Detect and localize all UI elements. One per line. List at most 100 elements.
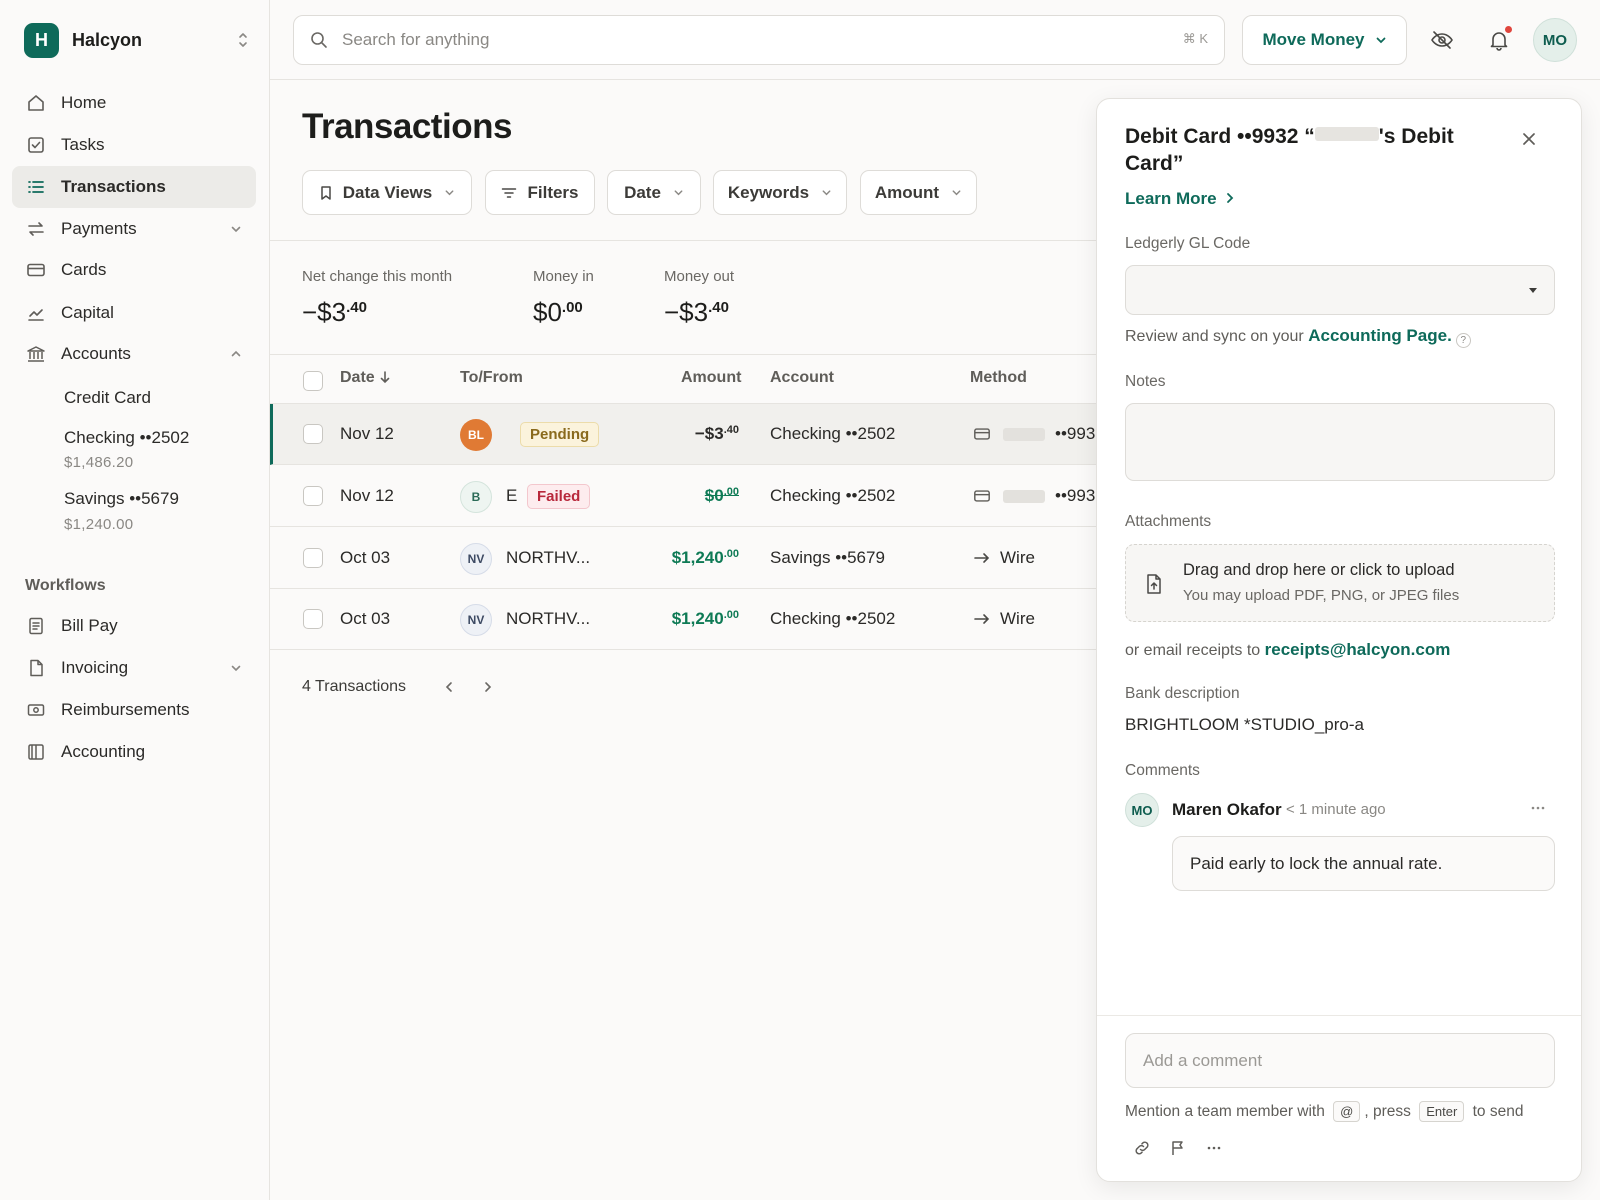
upload-dropzone[interactable]: Drag and drop here or click to upload Yo…: [1125, 544, 1555, 622]
row-amount: −$3.40: [694, 424, 739, 443]
email-receipts-text: or email receipts to receipts@halcyon.co…: [1125, 640, 1451, 659]
row-checkbox[interactable]: [303, 548, 323, 568]
hide-balances-icon[interactable]: [1428, 26, 1456, 54]
bank-description-value: BRIGHTLOOM *STUDIO_pro-a: [1125, 715, 1364, 734]
accounting-page-link[interactable]: Accounting Page.: [1308, 326, 1452, 345]
nav-reimbursements[interactable]: Reimbursements: [12, 689, 256, 731]
nav-label: Transactions: [61, 177, 166, 196]
receipts-email-link[interactable]: receipts@halcyon.com: [1265, 640, 1451, 659]
table-row[interactable]: Oct 03 NV NORTHV... $1,240.00 Checking •…: [270, 589, 1100, 650]
column-date[interactable]: Date: [340, 369, 391, 387]
keywords-filter-button[interactable]: Keywords: [713, 170, 847, 215]
account-checking[interactable]: Checking ••2502: [64, 428, 189, 448]
cash-icon: [26, 700, 46, 720]
nav-payments[interactable]: Payments: [12, 208, 256, 250]
search-icon: [310, 31, 328, 49]
org-switcher[interactable]: H Halcyon: [24, 22, 250, 58]
transaction-count: 4 Transactions: [302, 678, 407, 695]
notes-label: Notes: [1125, 373, 1166, 390]
amount-filter-button[interactable]: Amount: [860, 170, 977, 215]
nav-label: Invoicing: [61, 658, 129, 677]
redacted-card-name: [1003, 428, 1045, 441]
column-to-from[interactable]: To/From: [460, 369, 523, 387]
counterparty-avatar: NV: [460, 543, 492, 575]
link-icon[interactable]: [1133, 1139, 1153, 1159]
date-filter-button[interactable]: Date: [607, 170, 701, 215]
search-bar[interactable]: ⌘ K: [293, 15, 1225, 65]
nav-capital[interactable]: Capital: [12, 292, 256, 334]
row-amount: $0.00: [704, 486, 739, 505]
column-account[interactable]: Account: [770, 369, 834, 387]
table-row[interactable]: Nov 12 BL Pending −$3.40 Checking ••2502…: [270, 404, 1100, 465]
caret-down-icon: [1528, 287, 1538, 294]
comment-time: < 1 minute ago: [1286, 801, 1386, 818]
notification-dot: [1505, 26, 1512, 33]
comment-body: Paid early to lock the annual rate.: [1172, 836, 1555, 891]
nav-label: Payments: [61, 219, 137, 238]
status-badge: Pending: [520, 422, 600, 447]
nav-accounting[interactable]: Accounting: [12, 731, 256, 773]
search-shortcut: ⌘ K: [1182, 31, 1208, 46]
nav-cards[interactable]: Cards: [12, 249, 256, 291]
nav-home[interactable]: Home: [12, 82, 256, 124]
nav-tasks[interactable]: Tasks: [12, 124, 256, 166]
stat-net-label: Net change this month: [302, 268, 453, 285]
chevron-down-icon: [230, 223, 242, 235]
divider: [1097, 1015, 1581, 1016]
redacted-card-name: [1003, 490, 1045, 503]
account-credit-card[interactable]: Credit Card: [64, 388, 151, 408]
row-checkbox[interactable]: [303, 486, 323, 506]
column-amount[interactable]: Amount: [681, 369, 741, 387]
row-account: Checking ••2502: [770, 424, 896, 443]
select-all-checkbox[interactable]: [303, 371, 323, 391]
chevron-left-icon[interactable]: [442, 680, 456, 694]
bank-icon: [26, 344, 46, 364]
row-date: Oct 03: [340, 609, 391, 628]
table-row[interactable]: Nov 12 B E Failed $0.00 Checking ••2502 …: [270, 466, 1100, 527]
notes-field[interactable]: [1125, 403, 1555, 481]
nav-accounts[interactable]: Accounts: [12, 333, 256, 375]
more-icon[interactable]: [1205, 1139, 1225, 1159]
row-checkbox[interactable]: [303, 424, 323, 444]
home-icon: [26, 93, 46, 113]
filter-label: Data Views: [342, 182, 433, 202]
move-money-button[interactable]: Move Money: [1242, 15, 1407, 65]
nav-label: Reimbursements: [61, 700, 190, 719]
list-icon: [26, 177, 46, 197]
filter-label: Keywords: [727, 182, 810, 202]
nav-label: Tasks: [61, 135, 105, 154]
table-row[interactable]: Oct 03 NV NORTHV... $1,240.00 Savings ••…: [270, 528, 1100, 589]
chevron-right-icon: [1225, 192, 1235, 204]
chevron-up-icon: [230, 348, 242, 360]
bookmark-icon: [319, 185, 333, 201]
comments-label: Comments: [1125, 762, 1200, 779]
learn-more-link[interactable]: Learn More: [1125, 189, 1235, 209]
move-money-label: Move Money: [1262, 30, 1365, 49]
attachments-label: Attachments: [1125, 513, 1212, 530]
checkbox-icon: [26, 135, 46, 155]
user-avatar[interactable]: MO: [1533, 18, 1577, 62]
row-checkbox[interactable]: [303, 609, 323, 629]
search-input[interactable]: [342, 30, 1142, 50]
flag-icon[interactable]: [1169, 1139, 1189, 1159]
more-options-icon[interactable]: [1530, 802, 1546, 814]
nav-bill-pay[interactable]: Bill Pay: [12, 605, 256, 647]
help-icon[interactable]: ?: [1455, 333, 1471, 348]
comment-input[interactable]: [1125, 1033, 1555, 1088]
account-savings[interactable]: Savings ••5679: [64, 489, 179, 509]
book-icon: [26, 742, 46, 762]
redacted-name: [1314, 127, 1379, 141]
filters-button[interactable]: Filters: [485, 170, 595, 215]
nav-invoicing[interactable]: Invoicing: [12, 647, 256, 689]
gl-code-select[interactable]: [1125, 265, 1555, 315]
row-amount: $1,240.00: [671, 609, 739, 628]
row-method: ••993: [1055, 486, 1096, 505]
receipt-icon: [26, 616, 46, 636]
chevron-down-icon: [673, 187, 684, 198]
close-icon[interactable]: [1519, 129, 1539, 149]
column-method[interactable]: Method: [970, 369, 1027, 387]
row-method: Wire: [1000, 548, 1035, 567]
chevron-right-icon[interactable]: [481, 680, 495, 694]
data-views-button[interactable]: Data Views: [302, 170, 472, 215]
nav-transactions[interactable]: Transactions: [12, 166, 256, 208]
